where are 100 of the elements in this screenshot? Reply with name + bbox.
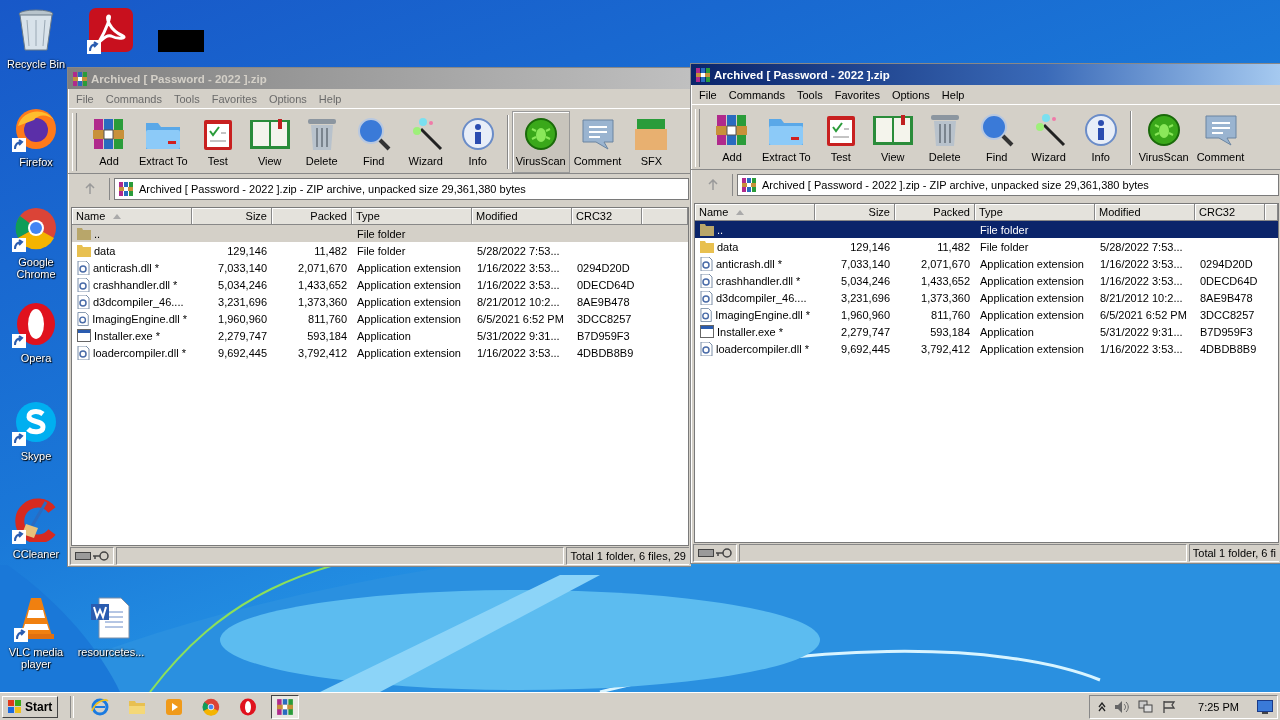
table-cell: anticrash.dll *	[716, 257, 783, 270]
address-field[interactable]: Archived [ Password - 2022 ].zip - ZIP archive, unpacked size 29,361,380 bytes	[737, 174, 1279, 196]
toolbar-button[interactable]: Find	[970, 107, 1023, 169]
table-cell: loadercompiler.dll *	[93, 346, 186, 359]
address-field[interactable]: Archived [ Password - 2022 ].zip - ZIP archive, unpacked size 29,361,380 bytes	[114, 178, 689, 200]
file-row[interactable]: crashhandler.dll * 5,034,246 1,433,652 Application extension 1/16/2022 3:53... 0DECD64D	[695, 272, 1278, 289]
file-row[interactable]: ImagingEngine.dll * 1,960,960 811,760 Application extension 6/5/2021 6:52 PM 3DCC8257	[695, 306, 1278, 323]
menu-item[interactable]: Help	[312, 92, 348, 105]
file-row[interactable]: ImagingEngine.dll * 1,960,960 811,760 Application extension 6/5/2021 6:52 PM 3DCC8257	[72, 310, 688, 327]
desktop-icon-label[interactable]: Skype	[20, 450, 52, 462]
folder-icon	[700, 240, 714, 253]
toolbar-button[interactable]: Wizard	[1022, 107, 1075, 169]
table-cell: 8AE9B478	[577, 295, 630, 308]
file-row[interactable]: anticrash.dll * 7,033,140 2,071,670 Application extension 1/16/2022 3:53... 0294D20D	[72, 259, 688, 276]
table-cell: Application extension	[980, 342, 1084, 355]
menu-item[interactable]: File	[70, 92, 100, 105]
start-button[interactable]: Start	[2, 695, 59, 718]
toolbar-button[interactable]: Find	[347, 111, 400, 173]
toolbar-button[interactable]: VirusScan	[1134, 107, 1193, 169]
file-row[interactable]: d3dcompiler_46.... 3,231,696 1,373,360 Application extension 8/21/2012 10:2... 8AE9B478	[72, 293, 688, 310]
column-header[interactable]: CRC32	[1195, 204, 1265, 221]
file-row[interactable]: loadercompiler.dll * 9,692,445 3,792,412 Application extension 1/16/2022 3:53... 4DBDB8B9	[695, 340, 1278, 357]
clock[interactable]: 7:25 PM	[1198, 700, 1239, 713]
table-cell: Application extension	[980, 257, 1084, 270]
toolbar-button[interactable]: Extract To	[135, 111, 192, 173]
toolbar-button[interactable]: Test	[814, 107, 867, 169]
menu-item[interactable]: Commands	[722, 88, 791, 101]
toolbar-button[interactable]: Info	[1074, 107, 1127, 169]
column-header[interactable]: Type	[352, 208, 472, 225]
network-icon[interactable]	[1138, 699, 1155, 714]
toolbar-button[interactable]: Add	[706, 107, 758, 169]
caret-up-icon[interactable]	[1098, 701, 1107, 712]
file-row[interactable]: data 129,146 11,482 File folder 5/28/2022 7:53...	[695, 238, 1278, 255]
column-header[interactable]: Name	[72, 208, 192, 225]
gear-file-icon	[77, 260, 90, 275]
file-row[interactable]: data 129,146 11,482 File folder 5/28/2022 7:53...	[72, 242, 688, 259]
table-cell: Application extension	[357, 278, 461, 291]
desktop-icon-label[interactable]: Firefox	[19, 156, 53, 168]
gear-file-icon	[77, 294, 90, 309]
column-header[interactable]: Type	[975, 204, 1095, 221]
desktop-icon-label[interactable]: Google Chrome	[4, 256, 68, 280]
toolbar-button[interactable]: VirusScan	[511, 111, 570, 173]
table-cell: 1/16/2022 3:53...	[1100, 342, 1183, 355]
desktop-icon-label[interactable]: VLC media player	[4, 646, 68, 670]
menu-item[interactable]: Options	[885, 88, 936, 101]
toolbar-button[interactable]: Comment	[1192, 107, 1249, 169]
e-globe-icon	[91, 697, 110, 716]
menu-item[interactable]: Commands	[99, 92, 168, 105]
toolbar-button[interactable]: Extract To	[758, 107, 815, 169]
column-header[interactable]: Packed	[272, 208, 352, 225]
toolbar-button[interactable]: Add	[83, 111, 135, 173]
box-icon	[633, 117, 670, 151]
table-cell: 5/31/2022 9:31...	[477, 329, 560, 342]
toolbar-button[interactable]: Test	[191, 111, 244, 173]
show-desktop-icon[interactable]	[1257, 699, 1273, 714]
table-cell: Application	[980, 325, 1034, 338]
file-row[interactable]: .. File folder	[695, 221, 1278, 238]
file-row[interactable]: loadercompiler.dll * 9,692,445 3,792,412 Application extension 1/16/2022 3:53... 4DBDB8B9	[72, 344, 688, 361]
table-cell: 0DECD64D	[1200, 274, 1258, 287]
file-row[interactable]: Installer.exe * 2,279,747 593,184 Application 5/31/2022 9:31... B7D959F3	[695, 323, 1278, 340]
flag-icon[interactable]	[1162, 699, 1177, 714]
menu-item[interactable]: Tools	[168, 92, 206, 105]
desktop-icon-label[interactable]: Opera	[20, 352, 52, 364]
file-row[interactable]: Installer.exe * 2,279,747 593,184 Application 5/31/2022 9:31... B7D959F3	[72, 327, 688, 344]
desktop-icon-label[interactable]: CCleaner	[12, 548, 60, 560]
file-row[interactable]: d3dcompiler_46.... 3,231,696 1,373,360 Application extension 8/21/2012 10:2... 8AE9B478	[695, 289, 1278, 306]
column-header[interactable]: Size	[192, 208, 272, 225]
menu-item[interactable]: Favorites	[828, 88, 886, 101]
table-cell: File folder	[980, 223, 1029, 236]
column-header[interactable]: Name	[695, 204, 815, 221]
table-cell: 811,760	[931, 308, 970, 321]
toolbar-button[interactable]: Delete	[918, 107, 971, 169]
menu-item[interactable]: Favorites	[205, 92, 263, 105]
trash-icon	[306, 117, 337, 151]
column-header[interactable]: Modified	[1095, 204, 1195, 221]
table-cell: 6/5/2021 6:52 PM	[1100, 308, 1187, 321]
toolbar-button[interactable]: SFX	[625, 111, 678, 173]
table-cell: 3,231,696	[841, 291, 890, 304]
menu-item[interactable]: Help	[935, 88, 971, 101]
menu-item[interactable]: File	[693, 88, 723, 101]
column-header[interactable]: Packed	[895, 204, 975, 221]
toolbar-button[interactable]: Comment	[569, 111, 626, 173]
column-header[interactable]: Size	[815, 204, 895, 221]
taskbar-button[interactable]	[271, 694, 300, 719]
column-header[interactable]: CRC32	[572, 208, 642, 225]
column-header[interactable]: Modified	[472, 208, 572, 225]
file-row[interactable]: anticrash.dll * 7,033,140 2,071,670 Application extension 1/16/2022 3:53... 0294D20D	[695, 255, 1278, 272]
toolbar-button[interactable]: Delete	[295, 111, 348, 173]
toolbar-button[interactable]: Wizard	[399, 111, 452, 173]
folder-icon	[77, 227, 91, 240]
desktop-icon-label[interactable]: Recycle Bin	[6, 58, 66, 70]
table-cell: ..	[717, 223, 724, 236]
toolbar-button[interactable]: Info	[451, 111, 504, 173]
file-row[interactable]: .. File folder	[72, 225, 688, 242]
toolbar-button[interactable]: View	[866, 107, 919, 169]
menu-item[interactable]: Tools	[791, 88, 829, 101]
file-row[interactable]: crashhandler.dll * 5,034,246 1,433,652 Application extension 1/16/2022 3:53... 0DECD64D	[72, 276, 688, 293]
menu-item[interactable]: Options	[262, 92, 313, 105]
speaker-icon[interactable]	[1114, 699, 1131, 714]
toolbar-button[interactable]: View	[243, 111, 296, 173]
